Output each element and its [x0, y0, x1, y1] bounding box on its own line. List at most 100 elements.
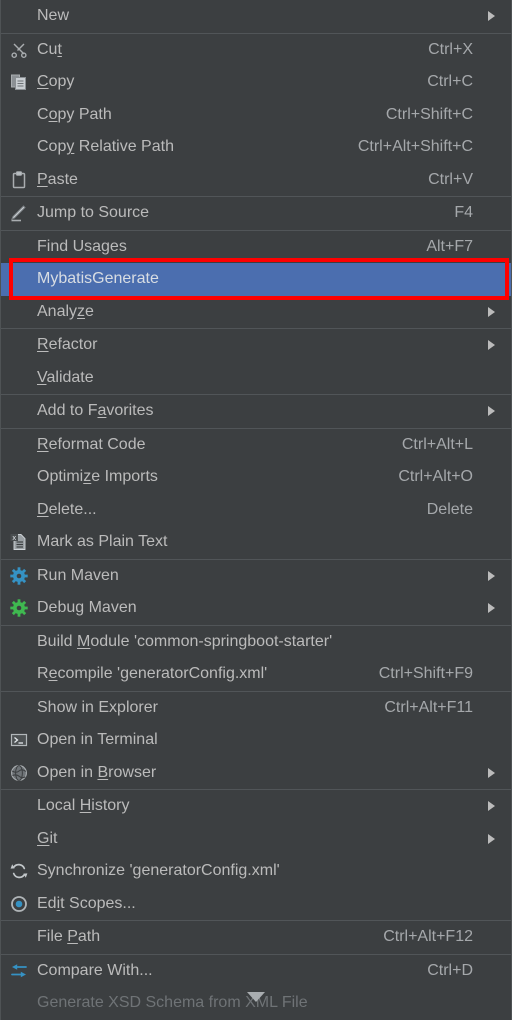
- submenu-arrow-icon: [485, 703, 499, 713]
- menu-group: Build Module 'common-springboot-starter'…: [1, 626, 511, 692]
- terminal-icon-slot: [1, 724, 37, 757]
- menu-item-show-in-explorer[interactable]: Show in Explorer Ctrl+Alt+F11: [1, 692, 511, 725]
- menu-item-label: Recompile 'generatorConfig.xml': [37, 665, 268, 683]
- menu-group: File Path Ctrl+Alt+F12: [1, 921, 511, 955]
- menu-item-reformat-code[interactable]: Reformat Code Ctrl+Alt+L: [1, 429, 511, 462]
- copy-icon-slot: [1, 66, 37, 99]
- menu-item-jump-to-source[interactable]: Jump to Source F4: [1, 197, 511, 230]
- submenu-arrow-icon: [485, 932, 499, 942]
- pencil-icon: [11, 205, 26, 222]
- menu-item-synchronize-generatorconfigxml[interactable]: Synchronize 'generatorConfig.xml': [1, 855, 511, 888]
- menu-item-file-path[interactable]: File Path Ctrl+Alt+F12: [1, 921, 511, 954]
- menu-item-shortcut: Ctrl+C: [427, 73, 473, 91]
- menu-group: Show in Explorer Ctrl+Alt+F11 Open in Term…: [1, 692, 511, 790]
- menu-item-label: Refactor: [37, 336, 98, 354]
- menu-item-label: Open in Terminal: [37, 731, 158, 749]
- menu-item-run-maven[interactable]: Run Maven: [1, 560, 511, 593]
- menu-item-icon-slot: [1, 296, 37, 329]
- submenu-arrow-icon: [485, 998, 499, 1008]
- compare-icon: [11, 964, 27, 977]
- submenu-arrow-icon: [485, 340, 499, 351]
- menu-item-shortcut: Delete: [426, 500, 473, 518]
- menu-item-open-in-terminal[interactable]: Open in Terminal: [1, 724, 511, 757]
- menu-item-label: Git: [37, 829, 58, 847]
- menu-group: Jump to Source F4: [1, 197, 511, 231]
- menu-item-copy[interactable]: Copy Ctrl+C: [1, 66, 511, 99]
- submenu-arrow-icon: [485, 142, 499, 152]
- menu-item-label: Show in Explorer: [37, 698, 158, 716]
- menu-item-build-module-common-springboot-starter[interactable]: Build Module 'common-springboot-starter': [1, 626, 511, 659]
- submenu-arrow-icon: [485, 603, 499, 614]
- menu-item-label: Analyze: [37, 302, 94, 320]
- menu-item-edit-scopes[interactable]: Edit Scopes...: [1, 888, 511, 921]
- menu-item-new[interactable]: New: [1, 0, 511, 33]
- menu-item-find-usages[interactable]: Find Usages Alt+F7: [1, 231, 511, 264]
- submenu-arrow-icon: [485, 440, 499, 450]
- scope-target-icon: [11, 895, 27, 912]
- menu-item-label: Synchronize 'generatorConfig.xml': [37, 862, 280, 880]
- menu-item-compare-with[interactable]: Compare With... Ctrl+D: [1, 955, 511, 988]
- menu-item-label: Validate: [37, 368, 94, 386]
- submenu-arrow-icon: [485, 735, 499, 745]
- menu-item-shortcut: Ctrl+X: [428, 40, 473, 58]
- menu-item-open-in-browser[interactable]: Open in Browser: [1, 757, 511, 790]
- menu-group: Refactor Validate: [1, 329, 511, 395]
- menu-item-label: MybatisGenerate: [37, 270, 159, 288]
- clipped-menu-group: Generate XSD Schema from XML File: [1, 987, 511, 1017]
- plain-text-file-icon: x: [10, 533, 26, 551]
- menu-item-shortcut: Ctrl+Alt+Shift+C: [357, 138, 473, 156]
- context-menu: New Cut Ctrl+X Copy Ctrl+C Copy Path Ctrl+Shif…: [0, 0, 512, 1020]
- submenu-arrow-icon: [485, 669, 499, 679]
- submenu-arrow-icon: [485, 406, 499, 417]
- svg-text:x: x: [12, 533, 16, 542]
- menu-item-label: Mark as Plain Text: [37, 533, 168, 551]
- submenu-arrow-icon: [485, 801, 499, 812]
- sync-icon: [10, 864, 28, 879]
- menu-group: Cut Ctrl+X Copy Ctrl+C Copy Path Ctrl+Shift+C…: [1, 34, 511, 197]
- menu-item-paste[interactable]: Paste Ctrl+V: [1, 164, 511, 197]
- menu-item-mark-as-plain-text[interactable]: x Mark as Plain Text: [1, 526, 511, 559]
- menu-item-label: Paste: [37, 170, 78, 188]
- menu-item-label: Reformat Code: [37, 435, 146, 453]
- copy-icon: [11, 74, 26, 91]
- menu-item-shortcut: Ctrl+Alt+F11: [384, 698, 473, 716]
- submenu-arrow-icon: [485, 208, 499, 218]
- submenu-arrow-icon: [485, 242, 499, 252]
- menu-item-cut[interactable]: Cut Ctrl+X: [1, 34, 511, 67]
- menu-item-mybatisgenerate[interactable]: MybatisGenerate: [1, 263, 511, 296]
- menu-item-local-history[interactable]: Local History: [1, 790, 511, 823]
- menu-item-icon-slot: [1, 329, 37, 362]
- menu-item-git[interactable]: Git: [1, 823, 511, 856]
- menu-item-icon-slot: [1, 0, 37, 33]
- menu-item-label: Add to Favorites: [37, 402, 154, 420]
- menu-item-analyze[interactable]: Analyze: [1, 296, 511, 329]
- menu-item-generate-xsd-schema[interactable]: Generate XSD Schema from XML File: [1, 987, 511, 1017]
- menu-group: Local History Git Synchronize 'generatorCo…: [1, 790, 511, 921]
- menu-item-label: Build Module 'common-springboot-starter': [37, 632, 333, 650]
- menu-group: Reformat Code Ctrl+Alt+L Optimize Imports C…: [1, 429, 511, 560]
- gear-blue-icon: [10, 567, 28, 585]
- menu-item-shortcut: Ctrl+Alt+L: [401, 435, 473, 453]
- menu-item-add-to-favorites[interactable]: Add to Favorites: [1, 395, 511, 428]
- menu-item-label: New: [37, 7, 70, 25]
- plain-text-file-icon-slot: x: [1, 526, 37, 559]
- menu-group: Add to Favorites: [1, 395, 511, 429]
- menu-item-icon-slot: [1, 461, 37, 494]
- menu-item-optimize-imports[interactable]: Optimize Imports Ctrl+Alt+O: [1, 461, 511, 494]
- menu-item-delete[interactable]: Delete... Delete: [1, 494, 511, 527]
- menu-item-label: Local History: [37, 797, 130, 815]
- menu-item-recompile-generatorconfigxml[interactable]: Recompile 'generatorConfig.xml' Ctrl+Shif…: [1, 658, 511, 691]
- menu-item-copy-path[interactable]: Copy Path Ctrl+Shift+C: [1, 99, 511, 132]
- submenu-arrow-icon: [485, 373, 499, 383]
- submenu-arrow-icon: [485, 110, 499, 120]
- menu-item-copy-relative-path[interactable]: Copy Relative Path Ctrl+Alt+Shift+C: [1, 131, 511, 164]
- menu-item-label: Optimize Imports: [37, 468, 158, 486]
- menu-item-icon-slot: [1, 658, 37, 691]
- submenu-arrow-icon: [485, 45, 499, 55]
- menu-item-icon-slot: [1, 692, 37, 725]
- menu-item-refactor[interactable]: Refactor: [1, 329, 511, 362]
- submenu-arrow-icon: [485, 505, 499, 515]
- menu-item-debug-maven[interactable]: Debug Maven: [1, 592, 511, 625]
- menu-item-label: Cut: [37, 40, 62, 58]
- menu-item-validate[interactable]: Validate: [1, 362, 511, 395]
